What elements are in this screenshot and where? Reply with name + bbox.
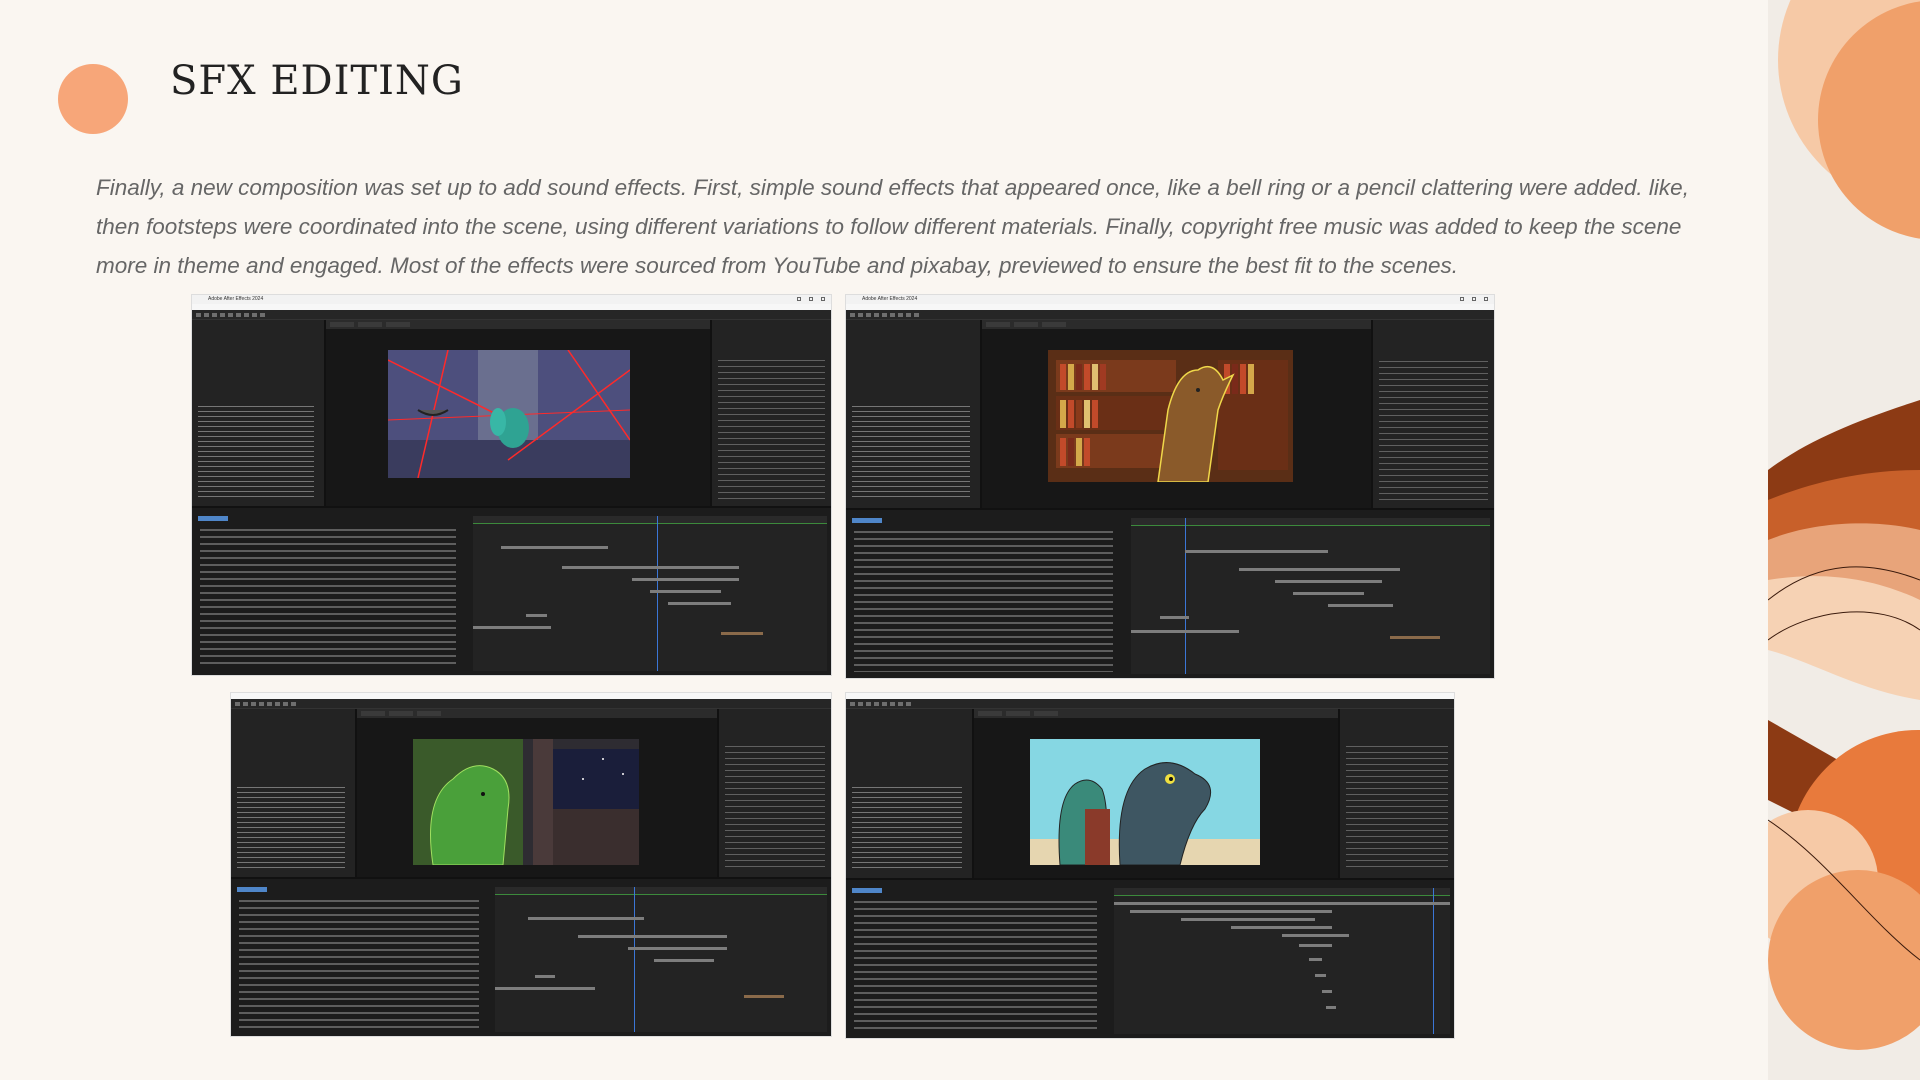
window-title: Adobe After Effects 2024 [208,296,264,302]
ae-screenshot-1: Adobe After Effects 2024 [191,294,832,676]
maximize-icon [1472,297,1476,301]
ae-screenshot-3 [230,692,832,1037]
decorative-abstract-art [1768,0,1920,1080]
timeline-panel [192,506,831,675]
composition-viewer [973,709,1339,879]
tool-bar [231,699,831,709]
ae-screenshot-4 [845,692,1455,1039]
timecode [852,888,882,894]
close-icon [1484,297,1488,301]
composition-viewer [326,320,710,507]
tool-bar [192,310,831,320]
tool-bar [846,310,1494,320]
layer-list [854,527,1114,672]
close-icon [821,297,825,301]
minimize-icon [1460,297,1464,301]
project-panel [231,709,357,878]
slide-title: SFX EDITING [170,58,464,104]
slide-paragraph: Finally, a new composition was set up to… [96,175,1689,278]
timecode [237,887,267,893]
composition-viewer [982,320,1371,508]
project-panel [846,320,983,508]
scene-frame-dragon-turtle-outdoors [1029,739,1260,865]
timeline-track [1131,517,1490,674]
timeline-panel [846,507,1494,678]
effects-panel [717,709,831,878]
timecode [198,516,228,522]
effects-panel [1370,320,1494,508]
timeline-track [495,887,827,1032]
composition-viewer [357,709,717,878]
minimize-icon [797,297,801,301]
effects-panel [1338,709,1454,879]
scene-frame-turtle-dark-room [413,739,639,865]
ae-screenshot-2: Adobe After Effects 2024 [845,294,1495,679]
window-titlebar: Adobe After Effects 2024 [192,295,831,304]
timecode [852,517,882,523]
layer-list [200,526,456,669]
maximize-icon [809,297,813,301]
accent-circle [58,64,128,134]
tool-bar [846,699,1454,709]
effects-panel [709,320,831,507]
project-panel [846,709,974,879]
project-panel [192,320,327,507]
timeline-track [1113,888,1450,1034]
layer-list [239,897,479,1030]
scene-frame-dragon-bookshelf [1048,350,1294,482]
scene-frame-turtle-lasers [388,350,631,478]
decorative-shapes [1768,0,1920,1080]
timeline-panel [846,878,1454,1038]
window-title: Adobe After Effects 2024 [862,296,918,302]
timeline-track [473,516,827,671]
layer-list [854,898,1098,1032]
timeline-panel [231,877,831,1036]
window-titlebar: Adobe After Effects 2024 [846,295,1494,304]
